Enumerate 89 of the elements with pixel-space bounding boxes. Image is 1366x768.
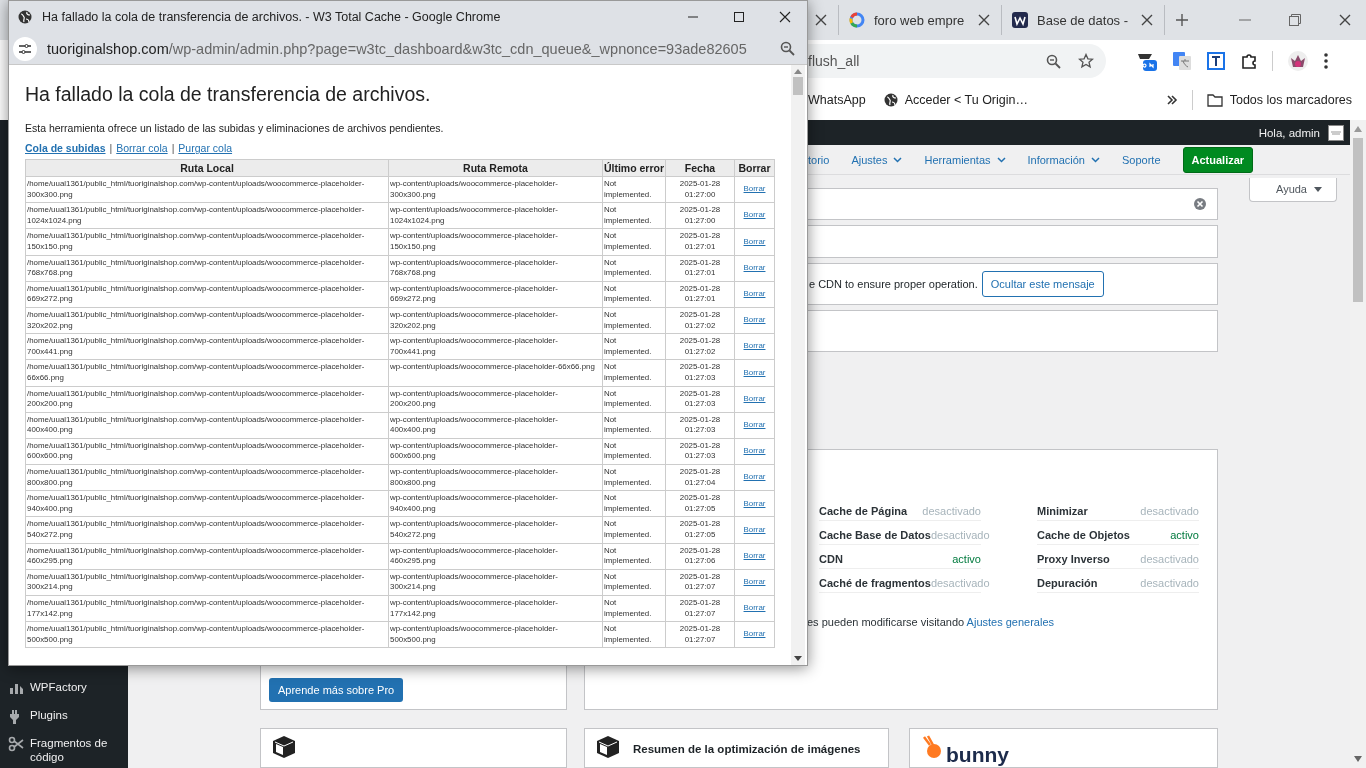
learn-more-button[interactable]: Aprende más sobre Pro — [269, 678, 404, 702]
close-icon[interactable] — [1338, 13, 1352, 27]
setting-label: Caché de fragmentos — [819, 576, 931, 591]
zoom-icon[interactable] — [780, 41, 795, 56]
browser-tab[interactable]: foro web empre — [839, 5, 1002, 35]
column-header: Último error — [602, 159, 666, 177]
scrollbar-thumb[interactable] — [793, 77, 803, 95]
bookmark[interactable]: Todos los marcadores — [1206, 93, 1352, 107]
setting-status: desactivado — [1140, 504, 1199, 519]
queue-link[interactable]: Cola de subidas — [25, 142, 106, 154]
column-header: Ruta Remota — [388, 159, 603, 177]
setting-status: desactivado — [1140, 552, 1199, 567]
setting-status: desactivado — [930, 528, 990, 543]
setting-label: Cache Base de Datos — [819, 528, 931, 543]
update-button[interactable]: Actualizar — [1182, 146, 1254, 173]
hide-message-button[interactable]: Ocultar este mensaje — [981, 271, 1104, 297]
tune-icon — [18, 42, 32, 55]
column-header: Borrar — [734, 159, 775, 177]
globe-icon — [18, 10, 32, 24]
scroll-down-icon — [1354, 756, 1362, 762]
scrollbar[interactable] — [1350, 120, 1366, 768]
sidebar-item[interactable]: WPFactory — [0, 675, 128, 703]
setting-status: desactivado — [1140, 576, 1199, 591]
setting-status: desactivado — [930, 576, 990, 591]
help-button[interactable]: Ayuda — [1249, 178, 1337, 202]
w-icon — [1012, 12, 1028, 28]
star-icon[interactable] — [1078, 53, 1094, 69]
setting-status: activo — [1170, 528, 1199, 543]
queue-link[interactable]: Borrar cola — [116, 142, 168, 154]
page-heading: Ha fallado la cola de transferencia de archivos. — [25, 83, 432, 106]
dismiss-icon[interactable] — [1194, 198, 1206, 210]
chevrons-icon[interactable] — [1165, 94, 1178, 106]
separator: | — [171, 142, 175, 154]
setting-status: activo — [952, 552, 981, 567]
setting-label: Cache de Objetos — [1037, 528, 1130, 543]
folder-icon — [1206, 93, 1223, 107]
column-header: Fecha — [665, 159, 735, 177]
setting-label: Minimizar — [1037, 504, 1088, 519]
caret-icon — [1314, 186, 1322, 192]
restore-icon[interactable] — [1288, 13, 1302, 27]
puzzle-icon[interactable] — [1240, 52, 1258, 70]
setting-label: Proxy Inverso — [1037, 552, 1110, 567]
card-title: Resumen de la optimización de imágenes — [633, 743, 861, 755]
zoom-icon[interactable] — [1046, 53, 1061, 69]
site-info-button[interactable] — [13, 36, 37, 61]
column-header: Ruta Local — [25, 159, 389, 177]
new-tab-icon[interactable] — [1175, 13, 1189, 27]
nav-link[interactable]: Soporte — [1122, 153, 1161, 166]
settings-note: es pueden modificarse visitando Ajustes generales — [807, 616, 1056, 628]
scroll-down-icon — [794, 656, 802, 661]
google-icon — [849, 12, 865, 28]
queue-link[interactable]: Purgar cola — [178, 142, 233, 154]
setting-label: Cache de Página — [819, 504, 908, 519]
scroll-up-icon — [794, 69, 802, 74]
cube-icon — [271, 735, 297, 759]
maximize-icon[interactable] — [733, 11, 745, 23]
sidebar-item[interactable]: Fragmentos de código — [0, 731, 128, 768]
globe-icon — [883, 93, 898, 107]
separator: | — [109, 142, 113, 154]
setting-label: CDN — [819, 552, 843, 567]
close-icon[interactable] — [977, 13, 991, 27]
nav-link[interactable]: Información — [1027, 153, 1100, 166]
browser-tab[interactable]: Base de datos - — [1002, 5, 1165, 35]
sidebar-item[interactable]: Plugins — [0, 703, 128, 731]
close-icon[interactable] — [1140, 13, 1154, 27]
profile-avatar-icon[interactable] — [1287, 50, 1309, 72]
rabbit-icon — [920, 735, 944, 759]
scroll-up-icon — [1354, 126, 1362, 132]
nav-link[interactable]: Ajustes — [851, 153, 903, 166]
scissors-icon — [8, 736, 24, 752]
close-icon[interactable] — [779, 11, 791, 23]
cube-icon — [595, 735, 621, 759]
setting-status: desactivado — [922, 504, 981, 519]
scrollbar[interactable] — [791, 65, 805, 665]
setting-label: Depuración — [1037, 576, 1098, 591]
description: Esta herramienta ofrece un listado de las subidas y eliminaciones de archivos pendientes. — [25, 122, 445, 134]
nav-link[interactable]: Herramientas — [924, 153, 1006, 166]
bookmark[interactable]: Acceder < Tu Origin… — [883, 93, 1028, 107]
window-title: Ha fallado la cola de transferencia de archivos. - W3 Total Cache - Google Chrome — [42, 10, 501, 24]
more-menu-icon[interactable] — [1323, 52, 1329, 70]
user-avatar-icon[interactable] — [1328, 124, 1344, 141]
settings-link[interactable]: Ajustes generales — [966, 616, 1055, 628]
scrollbar-thumb[interactable] — [1353, 138, 1363, 302]
nav-link[interactable]: torio — [808, 153, 830, 166]
notice-text: e CDN to ensure proper operation. — [809, 278, 978, 290]
close-icon[interactable] — [814, 13, 828, 27]
translate-icon[interactable] — [1172, 51, 1192, 71]
text-box-icon[interactable] — [1206, 51, 1226, 71]
bookmark[interactable]: WhatsApp — [808, 93, 866, 107]
